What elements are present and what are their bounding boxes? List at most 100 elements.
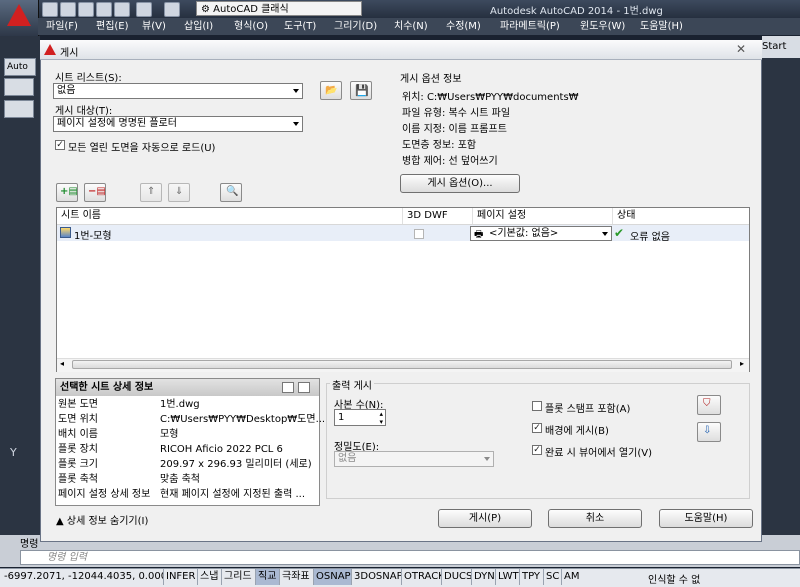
status-toggle-3dosnap[interactable]: 3DOSNAP <box>351 569 403 585</box>
col-status[interactable]: 상태 <box>612 208 749 224</box>
precision-dropdown[interactable]: 없음 <box>334 451 494 467</box>
plot-stamp-checkbox[interactable] <box>532 401 542 411</box>
add-sheets-button[interactable]: +▤ <box>56 183 78 202</box>
cancel-button[interactable]: 취소 <box>548 509 642 528</box>
status-toggle-am[interactable]: AM <box>561 569 581 585</box>
status-tray-text: 인식할 수 없 <box>648 575 701 586</box>
command-label: 명령 <box>20 539 39 550</box>
detail-key: 원본 도면 <box>58 399 98 410</box>
dialog-close-button[interactable]: ✕ <box>733 42 749 56</box>
plot-icon[interactable] <box>114 2 130 17</box>
option-merge-control: 병합 제어: 선 덮어쓰기 <box>402 156 498 167</box>
publish-to-dropdown[interactable]: 페이지 설정에 명명된 플로터 <box>53 116 303 132</box>
menu-modify[interactable]: 수정(M) <box>446 18 481 35</box>
publish-details-button[interactable]: ⇩ <box>697 422 721 442</box>
open-viewer-checkbox[interactable]: ✓ <box>532 445 542 455</box>
open-icon[interactable] <box>60 2 76 17</box>
scrollbar-thumb[interactable] <box>72 360 732 369</box>
menu-edit[interactable]: 편집(E) <box>96 18 129 35</box>
scroll-left-arrow-icon[interactable]: ◂ <box>60 359 64 368</box>
detail-value: 모형 <box>160 429 179 440</box>
menu-format[interactable]: 형식(O) <box>234 18 268 35</box>
menu-window[interactable]: 윈도우(W) <box>580 18 625 35</box>
status-toggle-직교[interactable]: 직교 <box>255 569 279 585</box>
background-publish-label: 배경에 게시(B) <box>545 426 609 437</box>
publish-button[interactable]: 게시(P) <box>438 509 532 528</box>
menu-file[interactable]: 파일(F) <box>46 18 78 35</box>
spin-up-down-icon[interactable]: ▴ ▾ <box>379 410 383 426</box>
save-icon[interactable] <box>78 2 94 17</box>
move-down-icon: ⇓ <box>175 186 184 197</box>
load-sheet-list-button[interactable]: 📂 <box>320 81 342 100</box>
publish-options-title: 게시 옵션 정보 <box>400 74 462 85</box>
detail-value: 맞춤 축척 <box>160 474 200 485</box>
status-toggle-osnap[interactable]: OSNAP <box>313 569 351 585</box>
col-3d-dwf[interactable]: 3D DWF <box>402 208 472 224</box>
detail-key: 배치 이름 <box>58 429 98 440</box>
copies-input[interactable]: 1 ▴ ▾ <box>334 409 386 426</box>
sheet-list-label: 시트 리스트(S): <box>55 73 122 84</box>
status-toggle-sc[interactable]: SC <box>543 569 561 585</box>
line-tool-icon[interactable] <box>4 78 34 96</box>
help-button[interactable]: 도움말(H) <box>659 509 753 528</box>
status-toggle-tpy[interactable]: TPY <box>519 569 543 585</box>
remove-sheets-button[interactable]: −▤ <box>84 183 106 202</box>
col-sheet-name[interactable]: 시트 이름 <box>57 208 402 224</box>
construction-line-icon[interactable] <box>4 100 34 118</box>
chevron-up-icon: ▲ <box>56 516 67 527</box>
col-page-setup[interactable]: 페이지 설정 <box>472 208 612 224</box>
detail-key: 페이지 설정 상세 정보 <box>58 489 151 500</box>
status-toggle-dyn[interactable]: DYN <box>471 569 495 585</box>
details-view-icon[interactable] <box>298 382 310 393</box>
detail-value: C:₩Users₩PYY₩Desktop₩도면... <box>160 414 326 425</box>
publish-file-icon: ⇩ <box>703 425 712 436</box>
move-down-button[interactable]: ⇓ <box>168 183 190 202</box>
menu-parametric[interactable]: 파라메트릭(P) <box>500 18 560 35</box>
status-toggle-ducs[interactable]: DUCS <box>441 569 472 585</box>
auto-load-checkbox[interactable]: ✓ <box>55 140 65 150</box>
menu-draw[interactable]: 그리기(D) <box>334 18 377 35</box>
detail-value: 209.97 x 296.93 밀리미터 (세로) <box>160 459 312 470</box>
menu-insert[interactable]: 삽입(I) <box>184 18 213 35</box>
stamp-icon: ⛉ <box>703 398 711 409</box>
menu-tools[interactable]: 도구(T) <box>284 18 316 35</box>
sheet-details-title: 선택한 시트 상세 정보 <box>56 379 319 396</box>
save-sheet-list-button[interactable]: 💾 <box>350 81 372 100</box>
preview-button[interactable]: 🔍 <box>220 183 242 202</box>
redo-icon[interactable] <box>164 2 180 17</box>
save-as-icon[interactable] <box>96 2 112 17</box>
dialog-title: 게시 <box>60 48 79 59</box>
status-toggle-그리드[interactable]: 그리드 <box>221 569 255 585</box>
remove-sheet-icon: −▤ <box>88 186 106 197</box>
status-toggle-infer[interactable]: INFER <box>163 569 197 585</box>
sheet-list-dropdown[interactable]: 없음 <box>53 83 303 99</box>
row-3d-dwf-checkbox[interactable] <box>414 229 424 239</box>
ucs-y-axis-label: Y <box>10 446 17 459</box>
plot-stamp-settings-button[interactable]: ⛉ <box>697 395 721 415</box>
start-tab[interactable]: Start <box>762 36 800 58</box>
detail-value: 1번.dwg <box>160 399 200 410</box>
new-icon[interactable] <box>42 2 58 17</box>
application-menu-button[interactable] <box>0 0 39 36</box>
scroll-right-arrow-icon[interactable]: ▸ <box>740 359 744 368</box>
hide-details-toggle[interactable]: ▲ 상세 정보 숨기기(I) <box>56 512 148 527</box>
undo-icon[interactable] <box>136 2 152 17</box>
details-copy-icon[interactable] <box>282 382 294 393</box>
workspace-dropdown[interactable]: ⚙ AutoCAD 클래식 <box>196 1 362 16</box>
row-page-setup-dropdown[interactable]: 🖶 <기본값: 없음> <box>470 226 612 241</box>
status-toggle-극좌표[interactable]: 극좌표 <box>279 569 313 585</box>
background-publish-checkbox[interactable]: ✓ <box>532 423 542 433</box>
move-up-button[interactable]: ⇑ <box>140 183 162 202</box>
status-toggle-otrack[interactable]: OTRACK <box>401 569 445 585</box>
left-toolbar: Auto Y <box>0 36 40 546</box>
move-up-icon: ⇑ <box>147 186 156 197</box>
status-toggle-lwt[interactable]: LWT <box>495 569 519 585</box>
menu-dimension[interactable]: 치수(N) <box>394 18 428 35</box>
command-input[interactable]: 명령 입력 <box>20 550 800 565</box>
right-toolbar <box>762 36 800 546</box>
layout-tab[interactable]: Auto <box>4 58 36 76</box>
status-toggle-스냅[interactable]: 스냅 <box>197 569 221 585</box>
publish-options-button[interactable]: 게시 옵션(O)... <box>400 174 520 193</box>
menu-help[interactable]: 도움말(H) <box>640 18 683 35</box>
menu-view[interactable]: 뷰(V) <box>142 18 166 35</box>
